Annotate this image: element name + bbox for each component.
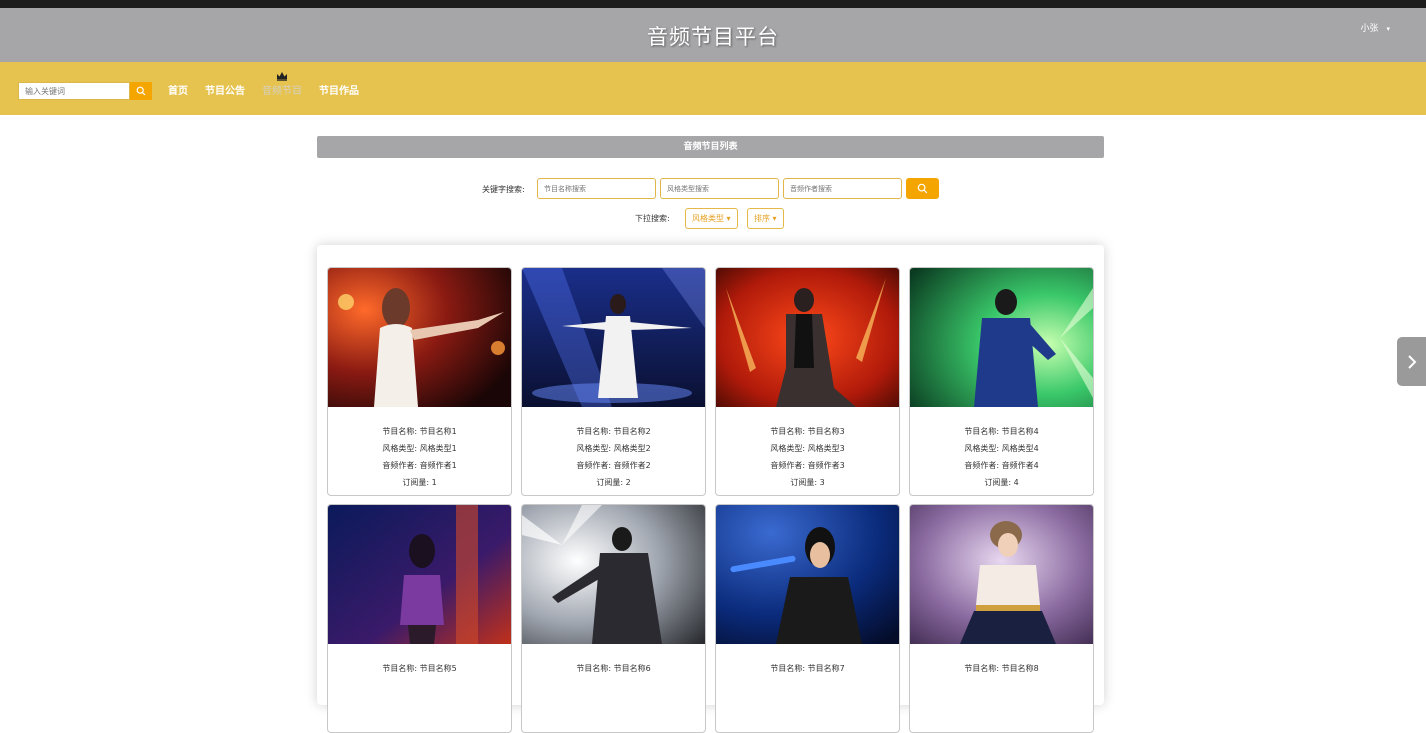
nav-item-announcements[interactable]: 节目公告 [205,82,245,97]
program-image [910,268,1093,407]
program-name: 节目名称: 节目名称8 [964,664,1039,673]
keyword-search-label: 关键字搜索: [482,185,525,194]
program-name: 节目名称: 节目名称2 [576,427,651,436]
search-input[interactable] [18,82,130,100]
program-card[interactable]: 节目名称: 节目名称5 [327,504,512,733]
program-image [716,268,899,407]
program-style: 风格类型: 风格类型3 [770,444,845,453]
style-type-dropdown[interactable]: 风格类型 ▾ [685,208,738,229]
program-image [716,505,899,644]
program-subscriptions: 订阅量: 4 [984,478,1019,487]
program-style: 风格类型: 风格类型2 [576,444,651,453]
keyword-search-button[interactable] [906,178,939,199]
program-name: 节目名称: 节目名称3 [770,427,845,436]
program-info: 节目名称: 节目名称2 风格类型: 风格类型2 音频作者: 音频作者2 订阅量:… [522,423,705,491]
crown-icon [277,72,287,81]
program-name: 节目名称: 节目名称1 [382,427,457,436]
program-card[interactable]: 节目名称: 节目名称1 风格类型: 风格类型1 音频作者: 音频作者1 订阅量:… [327,267,512,496]
nav-bar: 首页 节目公告 音频节目 节目作品 [0,62,1426,115]
user-menu[interactable]: 小张 ▾ [1360,21,1390,34]
program-card[interactable]: 节目名称: 节目名称8 [909,504,1094,733]
program-author: 音频作者: 音频作者1 [382,461,457,470]
window-top-strip [0,0,1426,8]
program-card[interactable]: 节目名称: 节目名称2 风格类型: 风格类型2 音频作者: 音频作者2 订阅量:… [521,267,706,496]
nav-item-audio-programs[interactable]: 音频节目 [262,82,302,97]
chevron-right-icon [1407,354,1416,369]
program-name: 节目名称: 节目名称7 [770,664,845,673]
program-image [910,505,1093,644]
program-info: 节目名称: 节目名称1 风格类型: 风格类型1 音频作者: 音频作者1 订阅量:… [328,423,511,491]
search-icon [136,86,146,96]
program-card[interactable]: 节目名称: 节目名称3 风格类型: 风格类型3 音频作者: 音频作者3 订阅量:… [715,267,900,496]
program-author: 音频作者: 音频作者2 [576,461,651,470]
program-style: 风格类型: 风格类型1 [382,444,457,453]
program-subscriptions: 订阅量: 3 [790,478,825,487]
program-image [522,505,705,644]
program-info: 节目名称: 节目名称3 风格类型: 风格类型3 音频作者: 音频作者3 订阅量:… [716,423,899,491]
nav-item-home[interactable]: 首页 [168,82,188,97]
program-author: 音频作者: 音频作者4 [964,461,1039,470]
program-subscriptions: 订阅量: 2 [596,478,631,487]
search-icon [917,183,928,194]
program-grid: 节目名称: 节目名称1 风格类型: 风格类型1 音频作者: 音频作者1 订阅量:… [317,245,1104,733]
user-name: 小张 [1360,24,1379,34]
program-card[interactable]: 节目名称: 节目名称6 [521,504,706,733]
search-button[interactable] [130,82,152,100]
program-name: 节目名称: 节目名称6 [576,664,651,673]
style-type-search-input[interactable] [660,178,779,199]
program-image [328,505,511,644]
program-info: 节目名称: 节目名称6 [522,660,705,677]
program-image [328,268,511,407]
next-page-button[interactable] [1397,337,1426,386]
program-info: 节目名称: 节目名称7 [716,660,899,677]
panel-title: 音频节目列表 [317,136,1104,158]
site-title: 音频节目平台 [647,25,779,49]
program-card[interactable]: 节目名称: 节目名称7 [715,504,900,733]
author-search-input[interactable] [783,178,902,199]
program-card[interactable]: 节目名称: 节目名称4 风格类型: 风格类型4 音频作者: 音频作者4 订阅量:… [909,267,1094,496]
dropdown-search-label: 下拉搜索: [635,214,670,223]
program-name-search-input[interactable] [537,178,656,199]
program-name: 节目名称: 节目名称5 [382,664,457,673]
sort-dropdown[interactable]: 排序 ▾ [747,208,784,229]
chevron-down-icon: ▾ [1386,25,1390,33]
program-name: 节目名称: 节目名称4 [964,427,1039,436]
program-subscriptions: 订阅量: 1 [402,478,437,487]
program-info: 节目名称: 节目名称5 [328,660,511,677]
program-info: 节目名称: 节目名称4 风格类型: 风格类型4 音频作者: 音频作者4 订阅量:… [910,423,1093,491]
nav-item-works[interactable]: 节目作品 [319,82,359,97]
program-image [522,268,705,407]
program-info: 节目名称: 节目名称8 [910,660,1093,677]
title-bar: 音频节目平台 小张 ▾ [0,8,1426,62]
program-author: 音频作者: 音频作者3 [770,461,845,470]
program-style: 风格类型: 风格类型4 [964,444,1039,453]
